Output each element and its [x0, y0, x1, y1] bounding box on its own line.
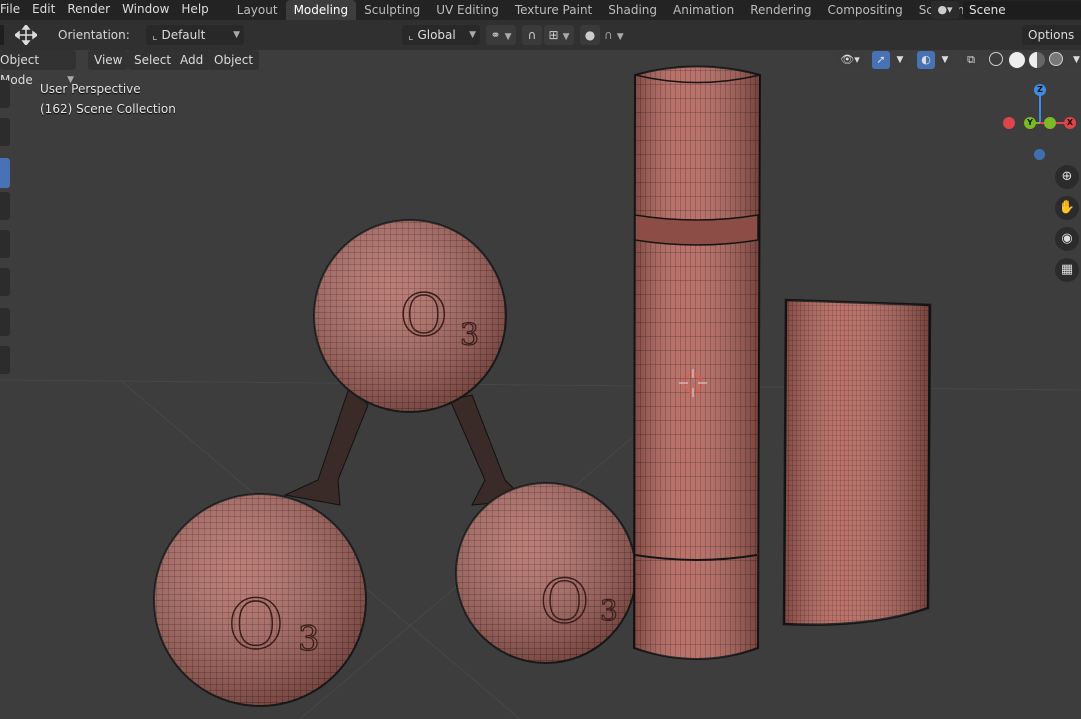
tab-sculpting[interactable]: Sculpting [356, 0, 428, 20]
visibility-eye-icon[interactable]: 👁▾ [836, 51, 864, 69]
top-menu-bar: File Edit Render Window Help Layout Mode… [0, 0, 1081, 20]
transform-tool-icon[interactable] [0, 268, 10, 296]
transform-orientation-value: Global [417, 28, 456, 42]
scale-tool-icon[interactable] [0, 230, 10, 258]
gizmo-z-icon[interactable]: Z [1034, 84, 1046, 96]
snap-target-button[interactable]: ⊞ ▼ [544, 25, 574, 45]
menu-window[interactable]: Window [116, 0, 175, 20]
oxygen-sphere-left: O 3 [153, 493, 367, 707]
chevron-down-icon: ▼ [233, 30, 240, 40]
scene-name-field[interactable]: Scene [963, 1, 1081, 19]
scene-icon[interactable]: ●▾ [931, 1, 959, 19]
magnifier-icon[interactable]: ⊕ [1055, 165, 1079, 189]
menu-render[interactable]: Render [61, 0, 116, 20]
svg-text:3: 3 [460, 318, 479, 353]
menu-add[interactable]: Add [174, 50, 210, 70]
svg-text:3: 3 [298, 619, 320, 659]
viewport-perspective-label: User Perspective [40, 82, 141, 96]
magnet-icon[interactable]: ∩ [522, 25, 542, 45]
oxygen-sphere-top: O 3 [313, 219, 507, 413]
chevron-down-icon[interactable]: ▼ [937, 51, 953, 69]
shading-modes [986, 51, 1070, 69]
hand-icon[interactable]: ✋ [1055, 196, 1079, 220]
rendered-shading-icon[interactable] [1049, 52, 1063, 66]
transform-orientation-dropdown[interactable]: ⌞ Global ▼ [402, 25, 480, 45]
half-cylinder [782, 298, 932, 626]
gizmo-toggle-icon[interactable]: ➚ [872, 51, 890, 69]
circle-dot-icon[interactable]: ● [580, 25, 600, 45]
tab-modeling[interactable]: Modeling [285, 0, 357, 20]
select-box-tool-icon[interactable] [0, 80, 10, 108]
oxygen-sphere-right: O 3 [455, 482, 637, 664]
menu-file[interactable]: File [0, 0, 26, 20]
scene-selector: ●▾ Scene [931, 0, 1081, 20]
object-mode-dropdown[interactable]: Object Mode ▼ [0, 50, 76, 87]
viewport-collection-label: (162) Scene Collection [40, 102, 176, 116]
annotate-tool-icon[interactable] [0, 308, 10, 336]
overlays-toggle-icon[interactable]: ◐ [917, 51, 935, 69]
svg-text:O: O [400, 281, 448, 349]
tab-uv-editing[interactable]: UV Editing [428, 0, 507, 20]
ozone-bond-left [283, 384, 369, 506]
grid-icon[interactable]: ▦ [1055, 258, 1079, 282]
menu-help[interactable]: Help [175, 0, 214, 20]
tab-animation[interactable]: Animation [665, 0, 742, 20]
left-toolbar [0, 80, 12, 374]
tool-header: Orientation: ⌞ Default ▼ ⌞ Global ▼ ⚭ ▼ ∩… [0, 20, 1081, 50]
tall-cylinder [632, 65, 762, 660]
gizmo-neg-z-icon[interactable] [1034, 149, 1045, 160]
solid-shading-icon[interactable] [1009, 52, 1025, 68]
rotate-tool-icon[interactable] [0, 192, 10, 220]
tab-shading[interactable]: Shading [600, 0, 665, 20]
move-arrows-icon[interactable] [13, 23, 39, 47]
chevron-down-icon[interactable]: ▼ [892, 51, 908, 69]
orientation-value: Default [161, 28, 206, 42]
orientation-axis-icon: ⌞ [152, 28, 158, 42]
tab-rendering[interactable]: Rendering [742, 0, 819, 20]
orientation-dropdown[interactable]: ⌞ Default ▼ [146, 25, 244, 45]
menu-view[interactable]: View [88, 50, 129, 70]
tab-compositing[interactable]: Compositing [819, 0, 910, 20]
gizmo-x-icon[interactable]: X [1064, 117, 1076, 129]
gizmo-y-icon[interactable]: Y [1024, 117, 1036, 129]
gizmo-neg-x-icon[interactable] [1003, 117, 1015, 129]
toolheader-edge [0, 25, 4, 45]
move-tool-icon[interactable] [0, 158, 10, 188]
navigation-gizmo[interactable]: Z X Y [1000, 80, 1081, 165]
measure-tool-icon[interactable] [0, 346, 10, 374]
svg-text:O: O [540, 567, 589, 637]
material-shading-icon[interactable] [1029, 52, 1045, 68]
viewport-header: Object Mode ▼ View Select Add Object 👁▾ … [0, 50, 1081, 87]
chevron-down-icon[interactable]: ▼ [1072, 51, 1081, 69]
menu-edit[interactable]: Edit [26, 0, 61, 20]
svg-text:3: 3 [600, 594, 618, 627]
options-dropdown[interactable]: Options [1022, 25, 1081, 45]
gizmo-neg-y-icon[interactable] [1044, 117, 1056, 129]
tab-layout[interactable]: Layout [229, 0, 286, 20]
wireframe-shading-icon[interactable] [989, 52, 1003, 66]
xray-toggle-icon[interactable]: ⧉ [962, 51, 980, 69]
menu-select[interactable]: Select [128, 50, 178, 70]
options-label: Options [1028, 28, 1075, 42]
viewport-3d[interactable]: O 3 O 3 O 3 [0, 50, 1081, 719]
orientation-label: Orientation: [58, 28, 130, 42]
pivot-point-button[interactable]: ⚭ ▼ [486, 25, 516, 45]
camera-icon[interactable]: ◉ [1055, 227, 1079, 251]
cursor-tool-icon[interactable] [0, 118, 10, 146]
svg-text:O: O [228, 586, 284, 665]
chevron-down-icon: ▼ [469, 30, 476, 40]
falloff-curve-icon[interactable]: ∩ ▼ [604, 25, 632, 45]
menu-object[interactable]: Object [208, 50, 260, 70]
global-axis-icon: ⌞ [408, 28, 414, 42]
tab-texture-paint[interactable]: Texture Paint [507, 0, 600, 20]
